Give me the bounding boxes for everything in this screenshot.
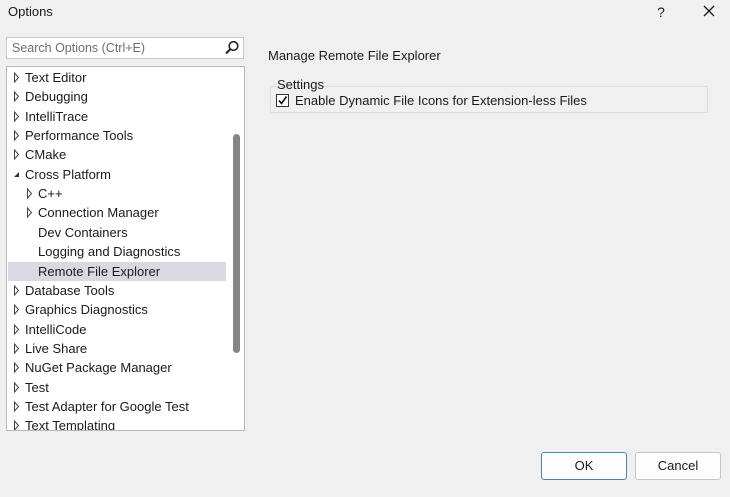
title-bar: Options ? (0, 0, 730, 26)
collapsed-arrow-icon[interactable] (25, 203, 35, 222)
checkmark-icon (278, 96, 288, 105)
tree-item[interactable]: Logging and Diagnostics (8, 242, 226, 261)
search-icon[interactable] (224, 40, 240, 56)
tree-item-label: Test Adapter for Google Test (25, 398, 189, 414)
tree-item-label: NuGet Package Manager (25, 360, 172, 376)
tree-item-label: Graphics Diagnostics (25, 302, 148, 318)
search-input[interactable] (7, 38, 222, 58)
tree-item-label: IntelliCode (25, 321, 87, 337)
tree-item[interactable]: Debugging (8, 87, 226, 106)
tree-item-label: Cross Platform (25, 166, 111, 182)
tree-item-label: Text Editor (25, 70, 87, 85)
collapsed-arrow-icon[interactable] (12, 145, 22, 164)
tree-item-label: CMake (25, 147, 67, 163)
tree-item[interactable]: Performance Tools (8, 126, 226, 145)
tree-item[interactable]: Text Editor (8, 68, 226, 87)
close-button[interactable] (698, 2, 720, 22)
tree-item-label: Connection Manager (38, 205, 159, 221)
window-title: Options (8, 4, 53, 19)
collapsed-arrow-icon[interactable] (12, 126, 22, 145)
collapsed-arrow-icon[interactable] (12, 416, 22, 431)
tree-item[interactable]: CMake (8, 145, 226, 164)
tree-item-label: Logging and Diagnostics (38, 244, 181, 260)
tree-item-label: Database Tools (25, 282, 115, 298)
ok-button[interactable]: OK (541, 452, 627, 480)
tree-item[interactable]: IntelliTrace (8, 107, 226, 126)
close-icon (703, 5, 715, 17)
tree-item[interactable]: Cross Platform (8, 165, 226, 184)
dynamic-icons-label[interactable]: Enable Dynamic File Icons for Extension-… (295, 93, 587, 108)
page-title: Manage Remote File Explorer (268, 48, 441, 63)
help-button[interactable]: ? (652, 1, 670, 23)
tree-item-label: Test (25, 379, 49, 395)
tree-item-label: Remote File Explorer (38, 263, 161, 279)
dynamic-icons-checkbox[interactable] (276, 94, 289, 107)
collapsed-arrow-icon[interactable] (12, 87, 22, 106)
tree-item[interactable]: Database Tools (8, 281, 226, 300)
tree-item[interactable]: Test (8, 378, 226, 397)
collapsed-arrow-icon[interactable] (12, 107, 22, 126)
tree-item[interactable]: Live Share (8, 339, 226, 358)
collapsed-arrow-icon[interactable] (12, 281, 22, 300)
cancel-button[interactable]: Cancel (635, 452, 721, 480)
collapsed-arrow-icon[interactable] (12, 320, 22, 339)
collapsed-arrow-icon[interactable] (25, 184, 35, 203)
tree-scrollbar[interactable] (229, 68, 243, 429)
tree-item[interactable]: Graphics Diagnostics (8, 300, 226, 319)
tree-item-label: IntelliTrace (25, 108, 89, 124)
tree-item[interactable]: Remote File Explorer (8, 261, 226, 281)
tree-item-label: Text Templating (25, 418, 116, 431)
options-tree: Text Editor Debugging IntelliTrace Performa… (6, 66, 245, 431)
tree-item[interactable]: C++ (8, 184, 226, 203)
tree-item[interactable]: IntelliCode (8, 320, 226, 339)
collapsed-arrow-icon[interactable] (12, 68, 22, 87)
tree-item[interactable]: Text Templating (8, 416, 226, 431)
tree-item[interactable]: NuGet Package Manager (8, 358, 226, 377)
collapsed-arrow-icon[interactable] (12, 378, 22, 397)
collapsed-arrow-icon[interactable] (12, 358, 22, 377)
settings-group-label: Settings (277, 77, 324, 92)
collapsed-arrow-icon[interactable] (12, 397, 22, 416)
tree-item-label: Performance Tools (25, 128, 134, 144)
tree-item-label: Debugging (25, 89, 88, 105)
tree-item-label: C++ (38, 186, 63, 202)
collapsed-arrow-icon[interactable] (12, 300, 22, 319)
tree-item[interactable]: Dev Containers (8, 223, 226, 242)
tree-item[interactable]: Connection Manager (8, 203, 226, 222)
tree-item[interactable]: Test Adapter for Google Test (8, 397, 226, 416)
tree-item-label: Live Share (25, 340, 88, 356)
search-box (6, 37, 244, 59)
expanded-arrow-icon[interactable] (12, 165, 22, 184)
tree-item-label: Dev Containers (38, 224, 128, 240)
scrollbar-thumb[interactable] (233, 134, 240, 353)
collapsed-arrow-icon[interactable] (12, 339, 22, 358)
